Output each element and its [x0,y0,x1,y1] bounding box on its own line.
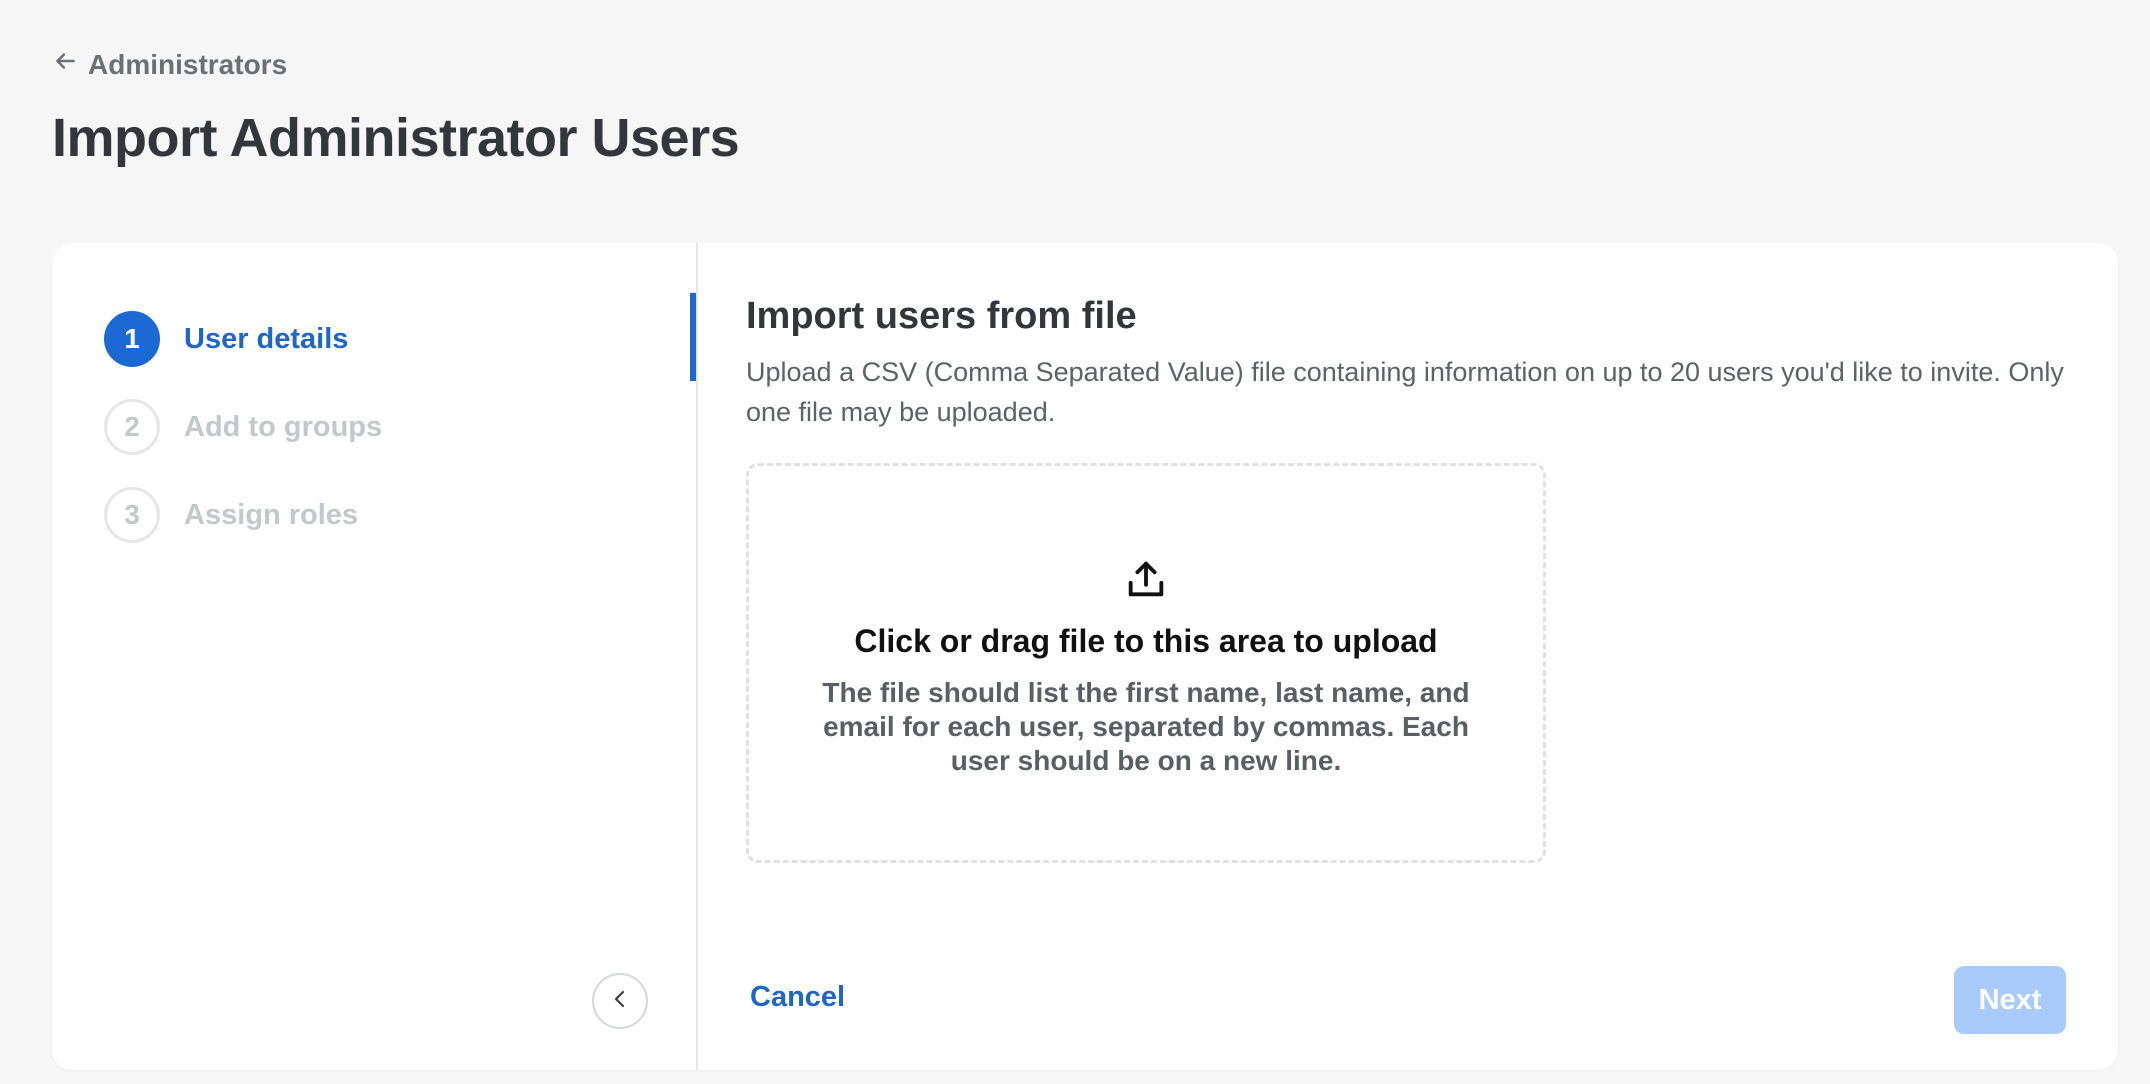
file-upload-dropzone[interactable]: Click or drag file to this area to uploa… [746,463,1546,863]
step-add-to-groups[interactable]: 2 Add to groups [104,399,382,455]
step-label: Assign roles [184,498,359,531]
step-label: Add to groups [184,410,383,443]
dropzone-title: Click or drag file to this area to uploa… [854,623,1438,659]
import-wizard-card: 1 User details 2 Add to groups 3 Assign … [52,243,2118,1070]
step-label: User details [184,322,349,355]
import-content: Import users from file Upload a CSV (Com… [746,293,2068,863]
step-user-details[interactable]: 1 User details [104,311,382,367]
section-description: Upload a CSV (Comma Separated Value) fil… [746,357,2064,427]
upload-icon [1123,556,1169,607]
step-number: 1 [104,311,160,367]
page-header: Administrators Import Administrator User… [52,48,740,169]
active-step-indicator [690,293,696,381]
cancel-button[interactable]: Cancel [750,981,845,1014]
wizard-steps-sidebar: 1 User details 2 Add to groups 3 Assign … [52,243,698,1070]
steps-list: 1 User details 2 Add to groups 3 Assign … [104,311,382,575]
next-button[interactable]: Next [1954,966,2066,1034]
page-title: Import Administrator Users [52,108,740,168]
step-number: 2 [104,399,160,455]
collapse-sidebar-button[interactable] [592,973,648,1029]
section-title: Import users from file [746,295,1137,337]
step-number: 3 [104,487,160,543]
arrow-left-icon [52,48,78,81]
step-assign-roles[interactable]: 3 Assign roles [104,487,382,543]
back-link-label: Administrators [88,48,288,80]
chevron-left-icon [608,987,632,1016]
back-link[interactable]: Administrators [52,48,739,81]
dropzone-help-text: The file should list the first name, las… [822,677,1470,776]
